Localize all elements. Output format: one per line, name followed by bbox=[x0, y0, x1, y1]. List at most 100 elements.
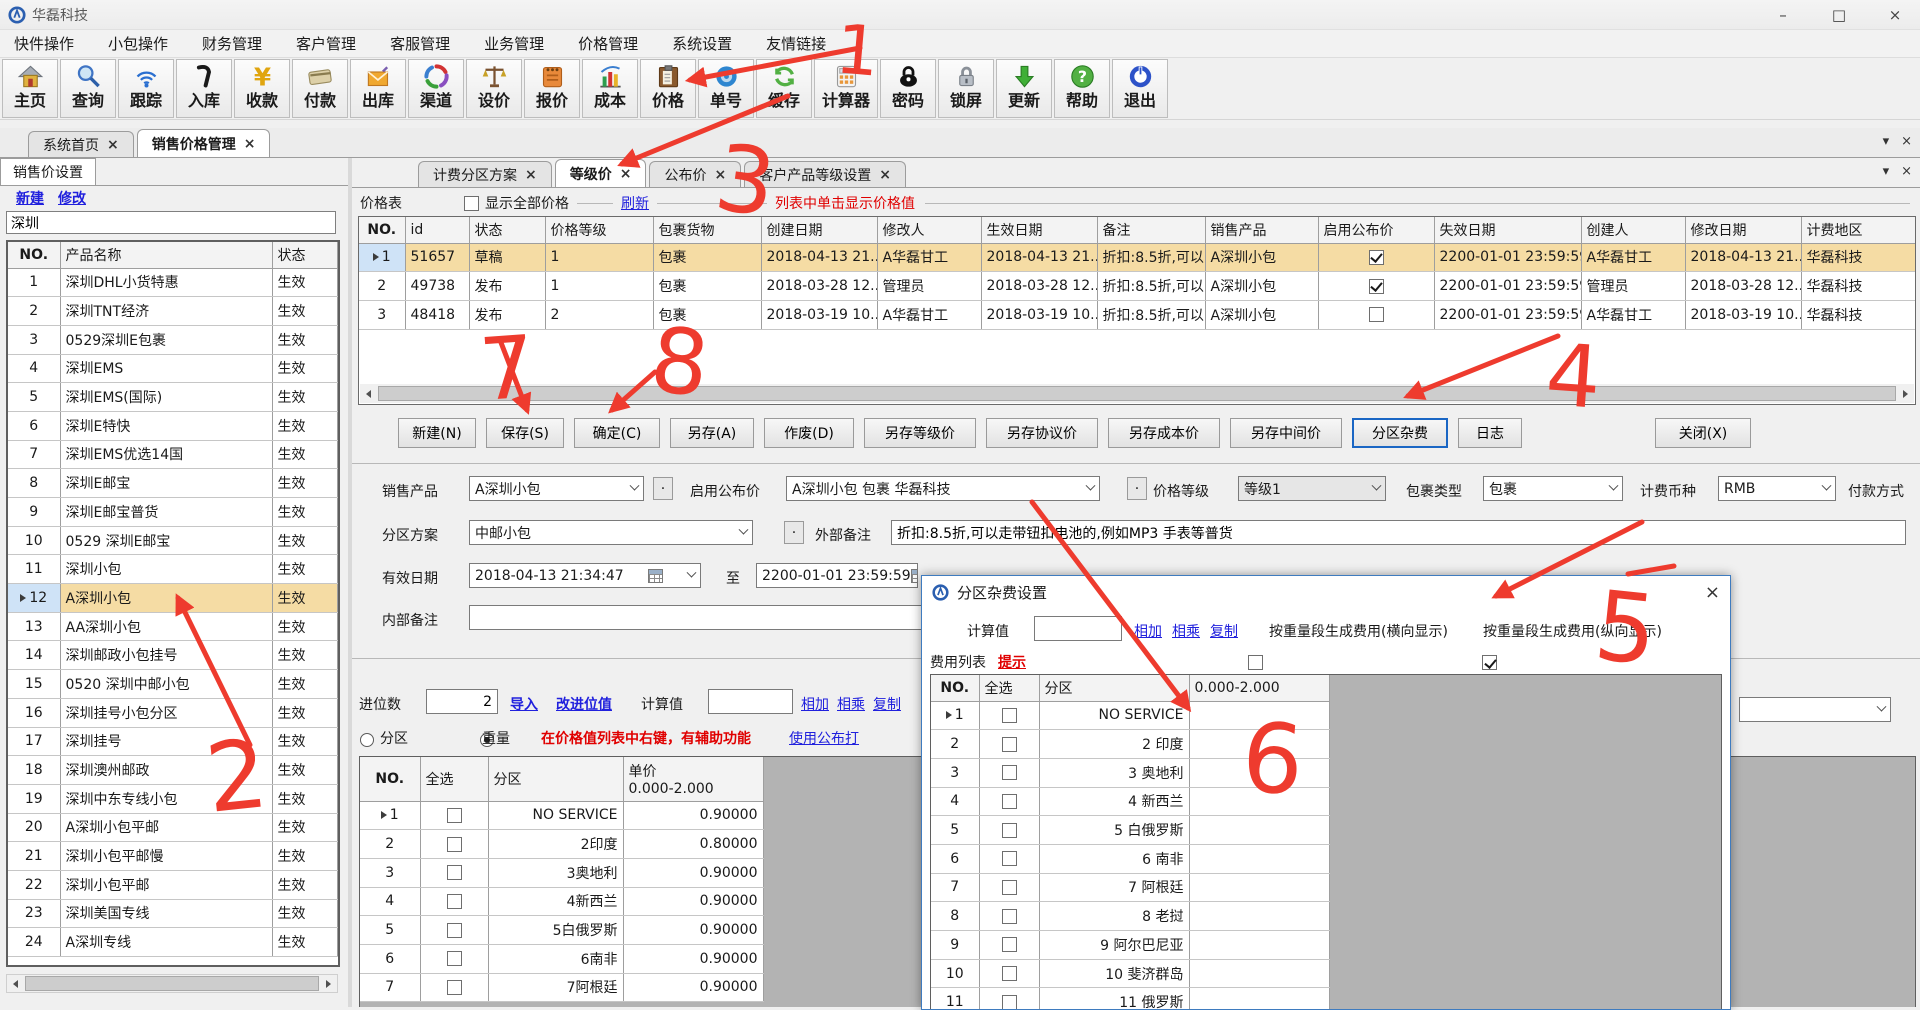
dialog-calc-input[interactable] bbox=[1034, 616, 1122, 641]
tab-system-home[interactable]: 系统首页 × bbox=[28, 131, 134, 157]
close-icon[interactable]: × bbox=[107, 137, 119, 153]
fee-zone-select-checkbox[interactable] bbox=[1002, 823, 1017, 838]
zone-fee-row[interactable]: 10 10 斐济群岛 bbox=[931, 959, 1329, 988]
zone-plan-more-button[interactable]: · bbox=[784, 521, 804, 544]
menu-business[interactable]: 业务管理 bbox=[484, 33, 544, 54]
fee-zone-select-checkbox[interactable] bbox=[1002, 708, 1017, 723]
tracking-number-button[interactable]: 单号 bbox=[698, 59, 754, 118]
dialog-title-bar[interactable]: 分区杂费设置 × bbox=[922, 576, 1730, 608]
zone-select-checkbox[interactable] bbox=[447, 808, 462, 823]
close-icon[interactable]: × bbox=[525, 167, 537, 183]
col-no[interactable]: NO. bbox=[359, 217, 405, 243]
scroll-right-icon[interactable] bbox=[320, 975, 337, 992]
show-all-prices-checkbox[interactable] bbox=[464, 196, 479, 211]
zone-price-row[interactable]: 1 NO SERVICE 0.90000 bbox=[360, 801, 763, 830]
col-sales-product[interactable]: 销售产品 bbox=[1205, 217, 1318, 243]
receive-payment-button[interactable]: ¥ 收款 bbox=[234, 59, 290, 118]
menu-customer[interactable]: 客户管理 bbox=[296, 33, 356, 54]
product-row[interactable]: 22 深圳小包平邮 生效 bbox=[8, 870, 338, 899]
product-row[interactable]: 2 深圳TNT经济 生效 bbox=[8, 297, 338, 326]
zone-fee-row[interactable]: 11 11 俄罗斯 bbox=[931, 988, 1329, 1009]
add-link[interactable]: 相加 bbox=[801, 694, 829, 714]
update-button[interactable]: 更新 bbox=[996, 59, 1052, 118]
scroll-right-icon[interactable] bbox=[1897, 385, 1914, 402]
product-row[interactable]: 5 深圳EMS(国际) 生效 bbox=[8, 383, 338, 412]
price-table-hscrollbar[interactable] bbox=[360, 384, 1914, 403]
scroll-left-icon[interactable] bbox=[360, 385, 377, 402]
new-link[interactable]: 新建 bbox=[16, 188, 44, 208]
product-row[interactable]: 13 AA深圳小包 生效 bbox=[8, 612, 338, 641]
zone-fee-row[interactable]: 2 2 印度 bbox=[931, 730, 1329, 759]
menu-price[interactable]: 价格管理 bbox=[578, 33, 638, 54]
col-weight-range[interactable]: 0.000-2.000 bbox=[1189, 675, 1329, 701]
product-row[interactable]: 24 A深圳专线 生效 bbox=[8, 928, 338, 957]
save-as-level-price-button[interactable]: 另存等级价 bbox=[864, 418, 976, 448]
zone-plan-combo[interactable]: 中邮小包 bbox=[469, 520, 753, 545]
product-row[interactable]: 10 0529 深圳E邮宝 生效 bbox=[8, 526, 338, 555]
horizontal-fee-checkbox[interactable] bbox=[1248, 655, 1263, 670]
menu-system[interactable]: 系统设置 bbox=[672, 33, 732, 54]
zone-price-row[interactable]: 2 2印度 0.80000 bbox=[360, 830, 763, 859]
col-modified-date[interactable]: 修改日期 bbox=[1685, 217, 1801, 243]
track-button[interactable]: 跟踪 bbox=[118, 59, 174, 118]
currency-combo[interactable]: RMB bbox=[1718, 476, 1836, 501]
tab-sales-price-management[interactable]: 销售价格管理 × bbox=[137, 129, 271, 157]
save-as-agreement-price-button[interactable]: 另存协议价 bbox=[986, 418, 1098, 448]
close-icon[interactable]: × bbox=[1901, 164, 1912, 179]
save-as-button[interactable]: 另存(A) bbox=[670, 418, 754, 448]
edit-link[interactable]: 修改 bbox=[58, 188, 86, 208]
col-billing-place[interactable]: 计费地区 bbox=[1801, 217, 1916, 243]
maximize-button[interactable]: □ bbox=[1824, 6, 1854, 24]
product-row[interactable]: 18 深圳澳州邮政 生效 bbox=[8, 756, 338, 785]
refresh-link[interactable]: 刷新 bbox=[621, 193, 649, 213]
save-as-middle-price-button[interactable]: 另存中间价 bbox=[1230, 418, 1342, 448]
zone-select-checkbox[interactable] bbox=[447, 980, 462, 995]
col-no[interactable]: NO. bbox=[931, 675, 979, 701]
col-header-status[interactable]: 状态 bbox=[272, 242, 338, 268]
col-effective-date[interactable]: 生效日期 bbox=[981, 217, 1097, 243]
price-button[interactable]: 价格 bbox=[640, 59, 696, 118]
dialog-copy-link[interactable]: 复制 bbox=[1210, 621, 1238, 641]
calculator-button[interactable]: 计算器 bbox=[814, 59, 878, 118]
chevron-down-icon[interactable]: ▾ bbox=[1883, 164, 1890, 179]
fee-zone-select-checkbox[interactable] bbox=[1002, 880, 1017, 895]
zone-price-row[interactable]: 7 7阿根廷 0.90000 bbox=[360, 973, 763, 1002]
minimize-button[interactable]: – bbox=[1768, 6, 1798, 24]
tip-link[interactable]: 提示 bbox=[998, 652, 1026, 672]
zone-fee-row[interactable]: 9 9 阿尔巴尼亚 bbox=[931, 931, 1329, 960]
tab-sales-price-settings[interactable]: 销售价设置 bbox=[0, 158, 96, 185]
zone-select-checkbox[interactable] bbox=[447, 951, 462, 966]
col-header-product-name[interactable]: 产品名称 bbox=[60, 242, 272, 268]
lock-screen-button[interactable]: 锁屏 bbox=[938, 59, 994, 118]
dialog-add-link[interactable]: 相加 bbox=[1134, 621, 1162, 641]
exit-button[interactable]: 退出 bbox=[1112, 59, 1168, 118]
col-remark[interactable]: 备注 bbox=[1097, 217, 1205, 243]
void-button[interactable]: 作废(D) bbox=[764, 418, 854, 448]
menu-express-ops[interactable]: 快件操作 bbox=[14, 33, 74, 54]
zone-radio[interactable] bbox=[360, 733, 374, 747]
product-row[interactable]: 23 深圳美国专线 生效 bbox=[8, 899, 338, 928]
product-row[interactable]: 4 深圳EMS 生效 bbox=[8, 354, 338, 383]
close-icon[interactable]: × bbox=[620, 166, 632, 182]
fee-zone-select-checkbox[interactable] bbox=[1002, 851, 1017, 866]
zone-price-row[interactable]: 4 4新西兰 0.90000 bbox=[360, 887, 763, 916]
zone-price-row[interactable]: 5 5白俄罗斯 0.90000 bbox=[360, 916, 763, 945]
product-row[interactable]: 12 A深圳小包 生效 bbox=[8, 584, 338, 613]
product-row[interactable]: 15 0520 深圳中邮小包 生效 bbox=[8, 670, 338, 699]
product-row[interactable]: 21 深圳小包平邮慢 生效 bbox=[8, 842, 338, 871]
publish-price-checkbox[interactable] bbox=[1369, 250, 1384, 265]
zone-fee-row[interactable]: 3 3 奥地利 bbox=[931, 758, 1329, 787]
close-icon[interactable]: × bbox=[879, 167, 891, 183]
use-public-price-link[interactable]: 使用公布打 bbox=[789, 728, 859, 748]
product-row[interactable]: 14 深圳邮政小包挂号 生效 bbox=[8, 641, 338, 670]
zone-fee-row[interactable]: 1 NO SERVICE bbox=[931, 701, 1329, 730]
scroll-left-icon[interactable] bbox=[7, 975, 24, 992]
scrollbar-thumb[interactable] bbox=[378, 386, 1896, 401]
background-combo[interactable] bbox=[1739, 697, 1891, 722]
product-filter-input[interactable] bbox=[6, 211, 336, 234]
external-remark-input[interactable] bbox=[891, 520, 1906, 545]
col-price-level[interactable]: 价格等级 bbox=[545, 217, 653, 243]
fee-zone-select-checkbox[interactable] bbox=[1002, 794, 1017, 809]
product-row[interactable]: 8 深圳E邮宝 生效 bbox=[8, 469, 338, 498]
chevron-down-icon[interactable]: ▾ bbox=[1883, 134, 1890, 149]
